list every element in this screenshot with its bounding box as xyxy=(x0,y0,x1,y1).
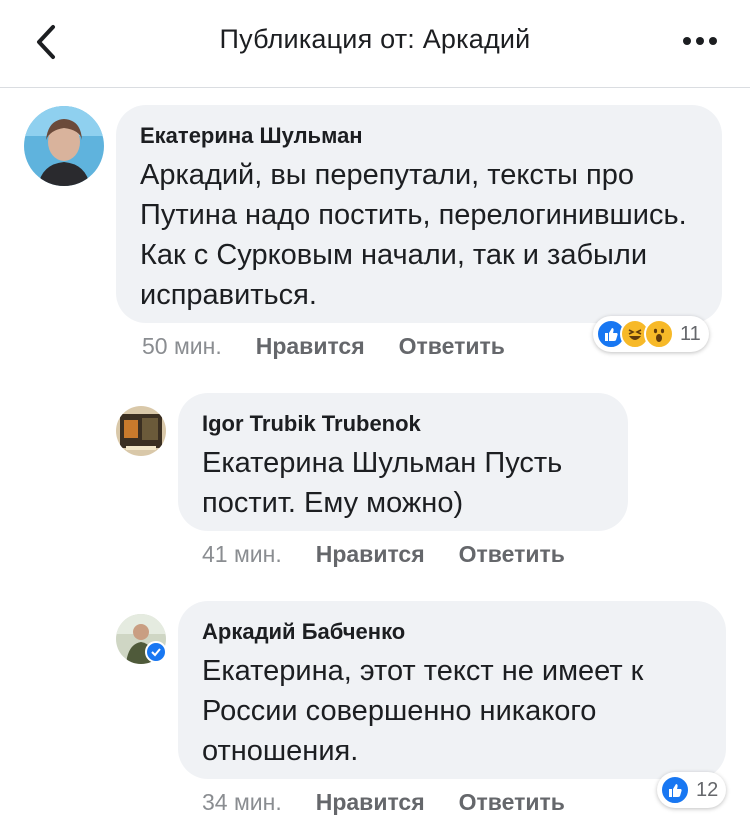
verified-check-icon xyxy=(145,641,167,663)
like-link[interactable]: Нравится xyxy=(256,333,365,359)
comment-author[interactable]: Аркадий Бабченко xyxy=(202,619,702,645)
like-link[interactable]: Нравится xyxy=(316,789,425,815)
like-link[interactable]: Нравится xyxy=(316,541,425,567)
profile-photo-icon xyxy=(24,106,104,186)
comment-actions: 34 мин. Нравится Ответить xyxy=(202,789,599,816)
reaction-count: 11 xyxy=(680,322,701,345)
comment-time: 41 мин. xyxy=(202,541,282,567)
reply-link[interactable]: Ответить xyxy=(459,541,565,567)
comment-bubble: Igor Trubik Trubenok Екатерина Шульман П… xyxy=(178,393,628,531)
comment-actions: 41 мин. Нравится Ответить xyxy=(202,541,599,568)
comment-author[interactable]: Igor Trubik Trubenok xyxy=(202,411,604,437)
top-navigation-bar: Публикация от: Аркадий xyxy=(0,0,750,88)
reaction-count: 12 xyxy=(696,778,719,801)
reply-link[interactable]: Ответить xyxy=(459,789,565,815)
reply-link[interactable]: Ответить xyxy=(399,333,505,359)
comment-bubble: Екатерина Шульман Аркадий, вы перепутали… xyxy=(116,105,722,323)
comment-author[interactable]: Екатерина Шульман xyxy=(140,123,698,149)
comment-text: Аркадий, вы перепутали, тексты про Путин… xyxy=(140,159,687,311)
page-title: Публикация от: Аркадий xyxy=(219,24,531,54)
wow-reaction-icon xyxy=(644,319,674,349)
comment-text: Екатерина, этот текст не имеет к России … xyxy=(202,655,644,767)
avatar[interactable] xyxy=(116,406,166,456)
reactions-summary[interactable]: 11 xyxy=(593,316,709,352)
comment-bubble: Аркадий Бабченко Екатерина, этот текст н… xyxy=(178,601,726,779)
comment-text: Екатерина Шульман Пусть постит. Ему можн… xyxy=(202,447,563,519)
avatar[interactable] xyxy=(24,106,104,186)
comment-time: 34 мин. xyxy=(202,789,282,815)
profile-photo-icon xyxy=(116,406,166,456)
more-dots-icon xyxy=(683,37,717,45)
comment-actions: 50 мин. Нравится Ответить xyxy=(142,333,539,360)
more-options-button[interactable] xyxy=(680,26,720,56)
like-reaction-icon xyxy=(660,775,690,805)
comment-time: 50 мин. xyxy=(142,333,222,359)
reactions-summary[interactable]: 12 xyxy=(657,772,727,808)
